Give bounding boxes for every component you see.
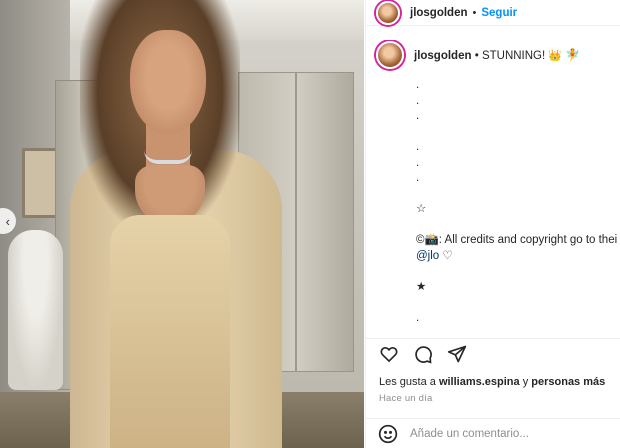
fairy-icon: 🧚 (565, 48, 581, 62)
caption-row (416, 264, 620, 280)
caption-row (416, 295, 620, 311)
caption-row: . (416, 110, 420, 122)
likes-prefix: Les gusta a (379, 376, 436, 388)
caption-row: ★ (416, 280, 427, 293)
comment-bar (366, 418, 620, 448)
caption-row: . (416, 326, 620, 332)
likes-conjunction: y (522, 376, 529, 388)
caption-row: . (416, 156, 420, 169)
follow-button[interactable]: Seguir (481, 7, 517, 19)
caption-row (416, 125, 620, 141)
heart-icon[interactable] (378, 343, 400, 365)
caption-row: ☆ (416, 203, 427, 215)
share-icon[interactable] (446, 343, 468, 365)
header-separator: • (472, 6, 477, 19)
post-header: jlosgolden • Seguir (366, 0, 620, 26)
caption-header: jlosgolden • STUNNING! 👑 🧚 (376, 40, 620, 70)
emoji-icon[interactable] (378, 424, 398, 444)
caption-credits: ©📸: All credits and copyright go to thei (416, 234, 618, 246)
photo-mannequin (8, 230, 63, 390)
post-photo[interactable]: ‹ (0, 0, 364, 448)
comment-icon[interactable] (412, 343, 434, 365)
photo-dress (110, 215, 230, 448)
heart-outline-icon: ♡ (442, 249, 453, 262)
likes-others-link[interactable]: personas más (531, 376, 605, 388)
chevron-left-icon: ‹ (5, 213, 10, 229)
post-sidebar: jlosgolden • Seguir jlosgolden • STUNNIN… (365, 0, 620, 448)
caption-first-line: jlosgolden • STUNNING! 👑 🧚 (414, 48, 580, 62)
caption-area: jlosgolden • STUNNING! 👑 🧚 . . . . . . ☆… (366, 40, 620, 332)
action-bar (366, 338, 620, 368)
caption-row: . (416, 172, 420, 184)
caption-text: STUNNING! (481, 50, 546, 62)
crown-icon: 👑 (548, 50, 563, 62)
caption-row: . (416, 79, 420, 91)
photo-face (130, 30, 206, 134)
caption-row: . (416, 311, 420, 324)
caption-bullet: • (474, 50, 479, 62)
comment-input[interactable] (410, 427, 580, 440)
caption-row: . (416, 94, 420, 107)
author-username[interactable]: jlosgolden (410, 7, 468, 19)
post-timestamp[interactable]: Hace un día (379, 393, 432, 404)
caption-row: . (416, 141, 420, 153)
author-avatar[interactable] (376, 0, 400, 25)
caption-avatar[interactable] (376, 41, 404, 69)
caption-row (416, 187, 620, 203)
likes-summary: Les gusta a williams.espina y personas m… (379, 376, 605, 388)
mention-link[interactable]: @jlo (416, 250, 439, 262)
caption-mention-row: @jlo ♡ (416, 249, 620, 265)
photo-necklace (144, 150, 192, 164)
caption-username[interactable]: jlosgolden (414, 50, 472, 62)
caption-body: . . . . . . ☆ ©📸: All credits and copyri… (416, 78, 620, 332)
likes-user-link[interactable]: williams.espina (439, 376, 520, 388)
caption-row (416, 218, 620, 234)
